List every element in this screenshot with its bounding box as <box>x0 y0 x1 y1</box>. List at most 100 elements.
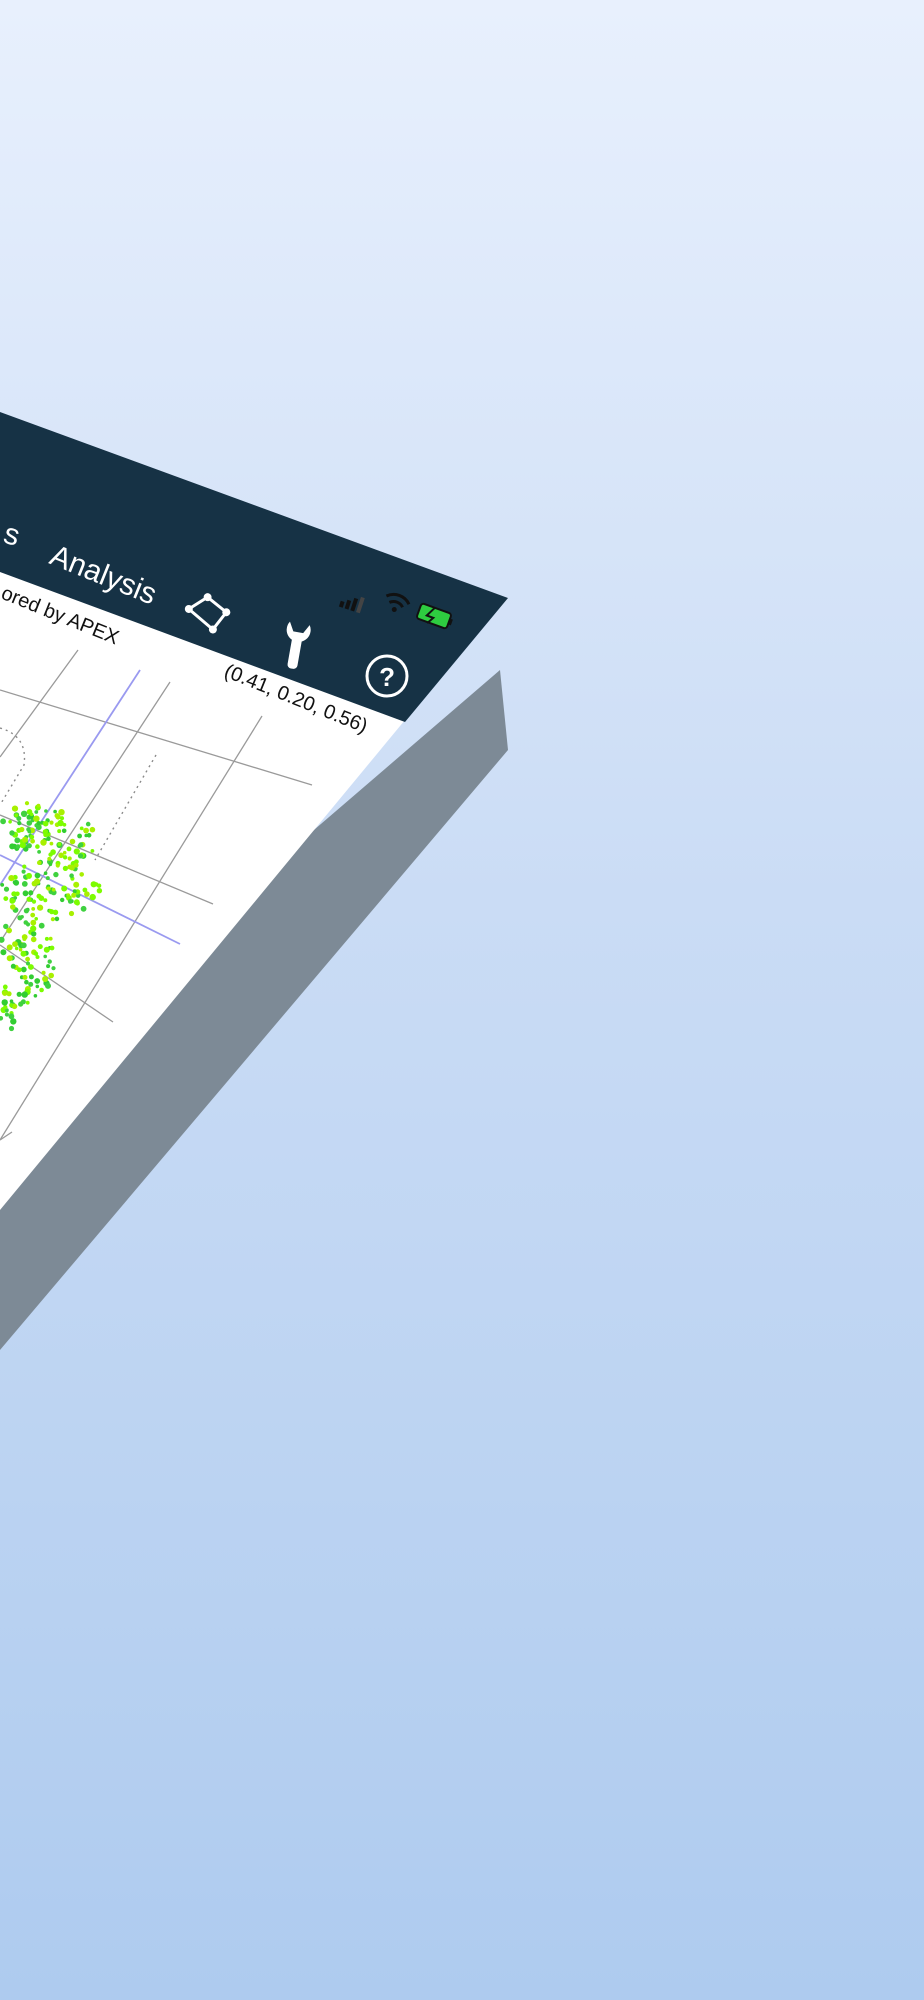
data-point <box>2 990 8 996</box>
data-point <box>38 895 45 901</box>
data-point <box>28 890 34 896</box>
data-point <box>86 833 92 838</box>
data-point <box>43 871 48 875</box>
data-point <box>11 805 19 812</box>
data-point <box>84 891 90 897</box>
data-point <box>62 850 67 855</box>
data-point <box>34 878 41 885</box>
data-point <box>17 915 23 921</box>
data-point <box>57 842 62 847</box>
data-point <box>22 890 29 897</box>
data-point <box>3 886 10 892</box>
data-point <box>29 834 35 840</box>
data-point <box>11 891 17 897</box>
data-point <box>8 1025 15 1032</box>
data-point <box>57 819 64 827</box>
data-point <box>45 982 51 989</box>
data-point <box>34 872 41 879</box>
data-point <box>37 944 43 950</box>
data-point <box>79 872 84 877</box>
data-point <box>49 820 54 825</box>
data-point <box>61 828 67 834</box>
data-point <box>35 984 40 989</box>
help-icon-label: ? <box>379 662 395 692</box>
data-point <box>36 803 41 808</box>
data-point <box>44 809 48 813</box>
data-point <box>28 981 34 987</box>
data-point <box>9 843 16 850</box>
data-point <box>22 974 28 980</box>
data-point <box>73 862 79 868</box>
data-point <box>30 912 36 918</box>
data-point <box>37 904 44 911</box>
data-point <box>67 856 72 861</box>
data-point <box>31 931 37 937</box>
data-point <box>0 883 5 887</box>
data-point <box>17 821 22 826</box>
data-point <box>62 865 68 872</box>
data-point <box>43 954 47 959</box>
data-point <box>89 893 96 901</box>
data-point <box>48 852 53 857</box>
data-point <box>28 964 34 970</box>
data-point <box>8 1013 15 1020</box>
data-point <box>40 839 47 846</box>
data-point <box>33 815 40 822</box>
data-point <box>38 922 45 929</box>
data-point <box>36 821 41 826</box>
data-point <box>22 836 28 843</box>
data-point <box>45 876 50 881</box>
data-point <box>73 899 80 906</box>
data-point <box>16 991 22 997</box>
data-point <box>9 1003 14 1008</box>
data-point <box>51 966 56 971</box>
data-point <box>73 848 80 855</box>
data-point <box>46 886 51 891</box>
device-scene: s Analysis ? ored by APEX (0.41, 0.20, 0 <box>0 412 508 1350</box>
data-point <box>9 830 15 836</box>
data-point <box>41 970 46 975</box>
data-point <box>23 920 29 925</box>
data-point <box>58 809 65 816</box>
data-point <box>33 994 38 998</box>
data-point <box>26 872 32 879</box>
data-point <box>20 999 26 1005</box>
data-point <box>85 821 91 827</box>
data-point <box>42 829 49 835</box>
data-point <box>6 944 13 951</box>
data-point <box>55 863 60 868</box>
data-point <box>61 885 68 892</box>
data-point <box>0 818 6 825</box>
data-point <box>54 916 60 922</box>
data-point <box>44 936 49 941</box>
data-point <box>14 946 19 951</box>
data-point <box>80 905 87 912</box>
data-point <box>34 810 39 814</box>
data-point <box>14 837 21 844</box>
data-point <box>6 955 13 962</box>
data-point <box>79 826 84 831</box>
data-point <box>26 896 32 902</box>
data-point <box>25 956 30 962</box>
data-point <box>3 1005 8 1010</box>
data-point <box>34 917 38 921</box>
data-point <box>37 860 42 865</box>
data-point <box>21 881 28 887</box>
data-point <box>29 812 34 817</box>
data-point <box>42 820 49 827</box>
data-point <box>24 979 29 985</box>
data-point <box>20 810 28 817</box>
data-point <box>0 949 7 956</box>
data-point <box>8 820 12 824</box>
data-point <box>48 862 53 867</box>
data-point <box>35 844 40 849</box>
data-point <box>53 871 59 878</box>
data-point <box>22 864 27 869</box>
data-point <box>30 919 37 926</box>
data-point <box>31 907 36 911</box>
data-point <box>37 850 41 854</box>
data-point <box>71 892 77 898</box>
data-point <box>12 941 18 947</box>
data-point <box>69 873 74 878</box>
data-point <box>96 883 102 888</box>
